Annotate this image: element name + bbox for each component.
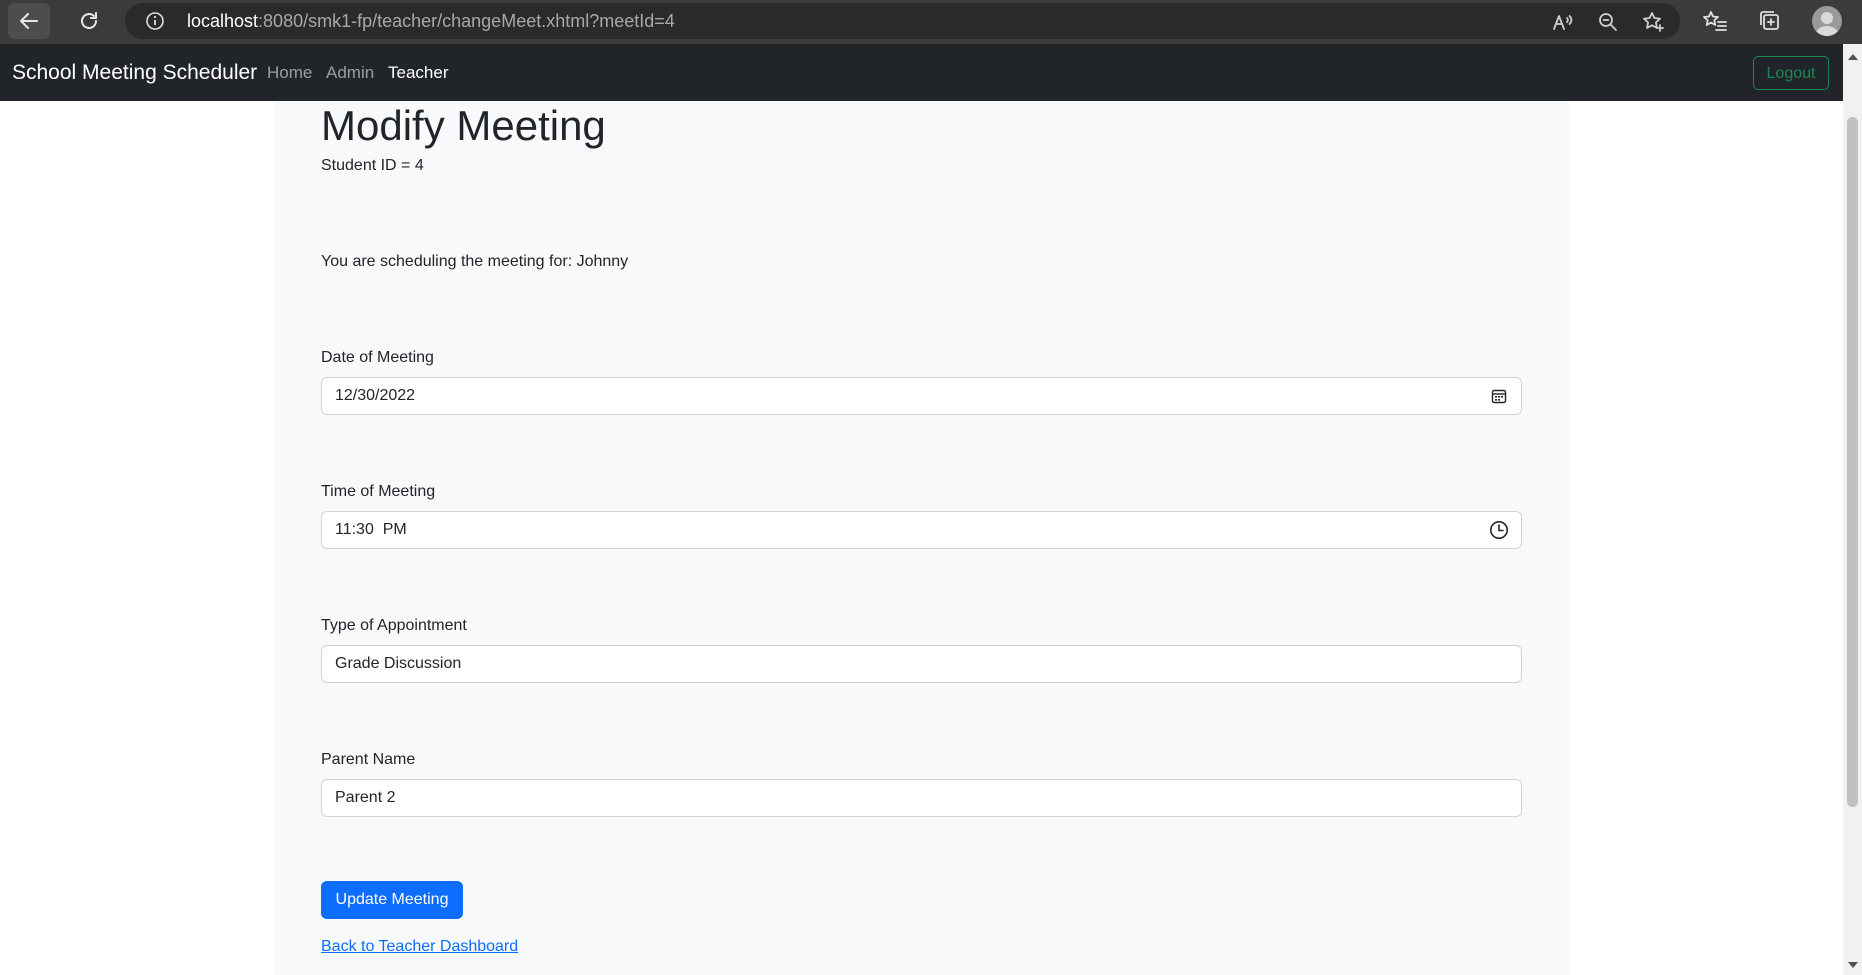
appointment-type-label: Type of Appointment — [321, 617, 467, 634]
site-info-icon[interactable] — [145, 11, 165, 31]
favorites-icon[interactable] — [1701, 7, 1729, 35]
nav-link-admin[interactable]: Admin — [326, 44, 374, 102]
url-path: :8080/smk1-fp/teacher/changeMeet.xhtml?m… — [258, 11, 675, 31]
page-title: Modify Meeting — [321, 102, 606, 149]
time-value: 11:30 PM — [335, 521, 407, 538]
update-meeting-button[interactable]: Update Meeting — [321, 881, 463, 919]
calendar-icon[interactable] — [1489, 386, 1509, 406]
scroll-down-arrow-icon[interactable] — [1848, 962, 1858, 968]
time-label: Time of Meeting — [321, 483, 436, 500]
profile-avatar[interactable] — [1812, 6, 1842, 36]
browser-back-button[interactable] — [8, 3, 50, 39]
parent-name-label: Parent Name — [321, 751, 416, 768]
page-scrollbar[interactable] — [1843, 44, 1862, 975]
browser-toolbar: localhost:8080/smk1-fp/teacher/changeMee… — [0, 0, 1862, 44]
browser-reload-button[interactable] — [68, 3, 110, 39]
app-navbar: School Meeting Scheduler Home Admin Teac… — [0, 44, 1843, 101]
scheduling-info-text: You are scheduling the meeting for: John… — [321, 253, 629, 270]
parent-name-value: Parent 2 — [335, 789, 396, 806]
add-favorite-icon[interactable] — [1641, 10, 1665, 34]
main-container: Modify Meeting Student ID = 4 You are sc… — [274, 101, 1569, 975]
date-input[interactable]: 12/30/2022 — [321, 377, 1522, 415]
logout-button[interactable]: Logout — [1753, 56, 1829, 90]
url-text[interactable]: localhost:8080/smk1-fp/teacher/changeMee… — [187, 3, 675, 39]
date-label: Date of Meeting — [321, 349, 434, 366]
address-bar[interactable]: localhost:8080/smk1-fp/teacher/changeMee… — [125, 3, 1680, 39]
back-arrow-icon — [20, 13, 38, 29]
date-value: 12/30/2022 — [335, 387, 416, 404]
back-to-dashboard-link[interactable]: Back to Teacher Dashboard — [321, 936, 518, 958]
nav-link-teacher[interactable]: Teacher — [388, 44, 448, 102]
reload-icon — [81, 12, 97, 29]
appointment-type-input[interactable]: Grade Discussion — [321, 645, 1522, 683]
scroll-thumb[interactable] — [1847, 117, 1858, 807]
time-input[interactable]: 11:30 PM — [321, 511, 1522, 549]
zoom-out-icon[interactable] — [1596, 10, 1620, 34]
clock-icon[interactable] — [1489, 520, 1509, 540]
navbar-brand[interactable]: School Meeting Scheduler — [12, 44, 257, 102]
parent-name-input[interactable]: Parent 2 — [321, 779, 1522, 817]
url-host: localhost — [187, 11, 259, 31]
collections-icon[interactable] — [1756, 7, 1784, 35]
student-id-text: Student ID = 4 — [321, 157, 424, 174]
appointment-type-value: Grade Discussion — [335, 655, 462, 672]
scroll-up-arrow-icon[interactable] — [1848, 54, 1858, 60]
read-aloud-icon[interactable] — [1551, 10, 1575, 34]
nav-link-home[interactable]: Home — [267, 44, 312, 102]
